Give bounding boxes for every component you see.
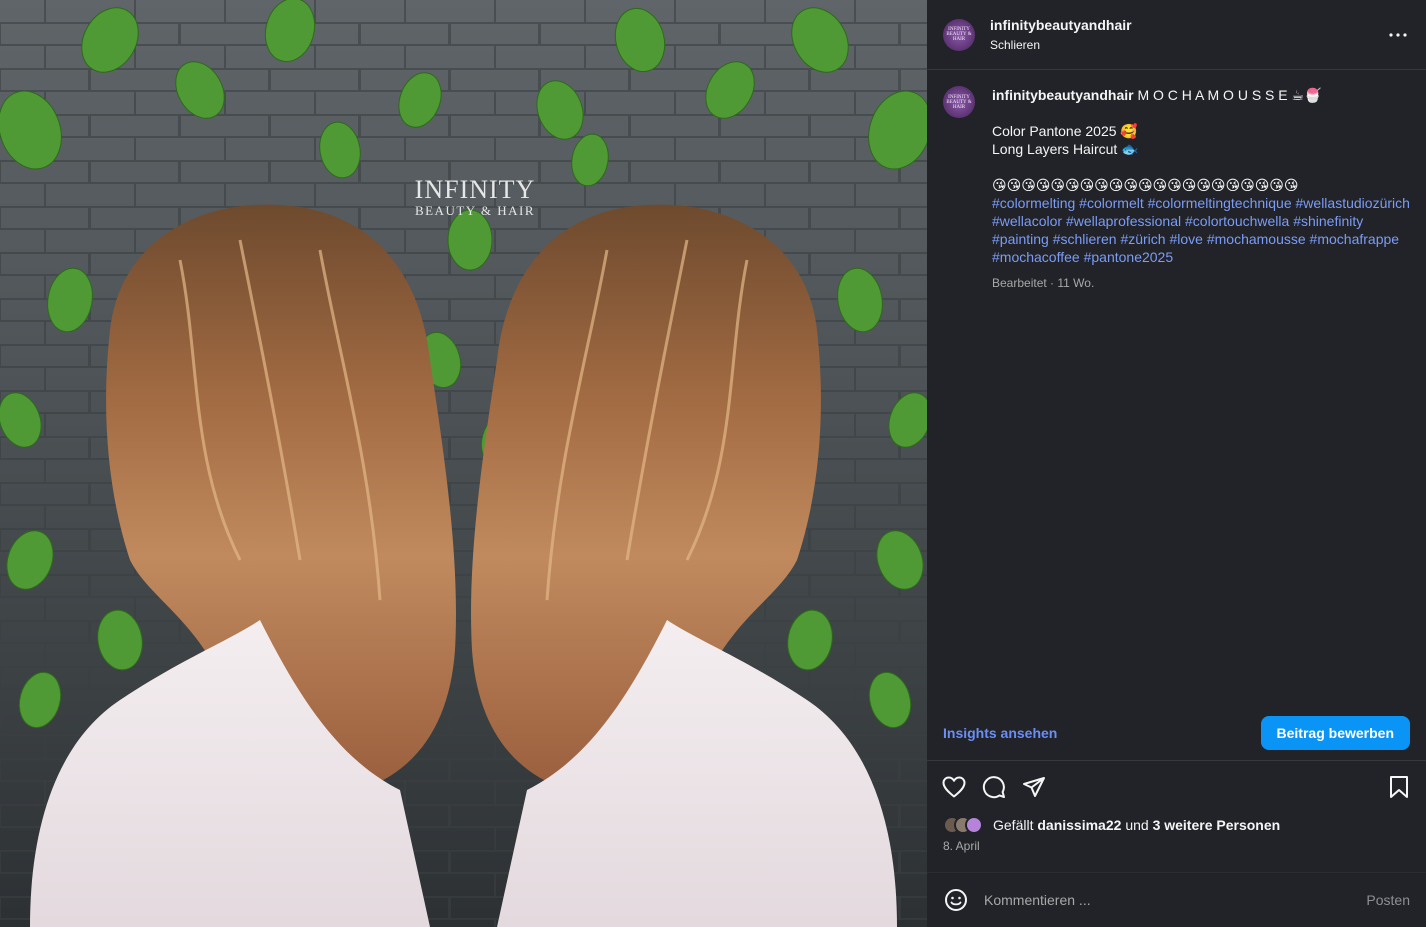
- likes-middle: und: [1125, 817, 1149, 833]
- caption-username[interactable]: infinitybeautyandhair: [992, 87, 1134, 103]
- caption-hashtags: #colormelting #colormelt #colormeltingte…: [992, 194, 1410, 266]
- hashtag[interactable]: #colormeltingtechnique: [1148, 195, 1292, 211]
- hashtag[interactable]: #love: [1169, 231, 1202, 247]
- profile-avatar[interactable]: INFINITY BEAUTY & HAIR: [943, 18, 975, 51]
- save-button[interactable]: [1386, 774, 1412, 800]
- avatar: [965, 816, 983, 834]
- engagement-icons: [927, 761, 1426, 813]
- comment-composer: Posten: [927, 872, 1426, 927]
- comment-input[interactable]: [984, 892, 1367, 908]
- caption-avatar-logo-text: INFINITY BEAUTY & HAIR: [946, 94, 972, 110]
- emoji-button[interactable]: [943, 887, 969, 913]
- caption-meta: Bearbeitet · 11 Wo.: [992, 276, 1095, 290]
- hashtag[interactable]: #mochacoffee: [992, 249, 1080, 265]
- view-insights-link[interactable]: Insights ansehen: [943, 725, 1057, 741]
- hashtag[interactable]: #pantone2025: [1084, 249, 1174, 265]
- hashtag[interactable]: #wellaprofessional: [1066, 213, 1181, 229]
- hashtag[interactable]: #colormelting: [992, 195, 1075, 211]
- header-text: infinitybeautyandhair Schlieren: [990, 17, 1132, 52]
- likes-summary: Gefällt danissima22 und 3 weitere Person…: [927, 813, 1426, 837]
- more-horizontal-icon: [1389, 32, 1407, 37]
- hashtag[interactable]: #wellacolor: [992, 213, 1062, 229]
- post-header: INFINITY BEAUTY & HAIR infinitybeautyand…: [927, 0, 1426, 70]
- hashtag[interactable]: #mochamousse: [1207, 231, 1306, 247]
- likes-text: Gefällt danissima22 und 3 weitere Person…: [993, 817, 1280, 833]
- bookmark-icon: [1390, 776, 1408, 798]
- header-username[interactable]: infinitybeautyandhair: [990, 17, 1132, 33]
- hashtag[interactable]: #painting: [992, 231, 1049, 247]
- hashtag[interactable]: #colormelt: [1079, 195, 1144, 211]
- heart-icon: [942, 776, 966, 798]
- post-dialog: INFINITY BEAUTY & HAIR INFINITY BEAUTY &…: [0, 0, 1426, 927]
- post-date[interactable]: 8. April: [927, 837, 1426, 857]
- liker-avatars[interactable]: [943, 816, 983, 834]
- hashtag[interactable]: #shinefinity: [1293, 213, 1363, 229]
- post-comment-button[interactable]: Posten: [1366, 892, 1410, 908]
- post-image[interactable]: INFINITY BEAUTY & HAIR: [0, 0, 927, 927]
- hashtag[interactable]: #schlieren: [1053, 231, 1117, 247]
- hashtag[interactable]: #colortouchwella: [1185, 213, 1289, 229]
- caption-title-line: infinitybeautyandhair M O C H A M O U S …: [992, 86, 1410, 104]
- liker-username[interactable]: danissima22: [1037, 817, 1121, 833]
- caption-emoji-row: 😘😘😘😘😘😘😘😘😘😘😘😘😘😘😘😘😘😘😘😘😘: [992, 177, 1299, 193]
- post-side-panel: INFINITY BEAUTY & HAIR infinitybeautyand…: [927, 0, 1426, 927]
- hashtag[interactable]: #wellastudiozürich: [1296, 195, 1410, 211]
- hashtag[interactable]: #mochafrappe: [1310, 231, 1400, 247]
- header-location[interactable]: Schlieren: [990, 38, 1132, 52]
- watermark-title: INFINITY: [414, 175, 536, 204]
- owner-actions: Insights ansehen Beitrag bewerben: [927, 706, 1426, 760]
- watermark-subtitle: BEAUTY & HAIR: [414, 203, 536, 218]
- caption-section: INFINITY BEAUTY & HAIR infinitybeautyand…: [927, 70, 1426, 706]
- comment-button[interactable]: [981, 774, 1007, 800]
- caption-title: M O C H A M O U S S E ☕🍧: [1137, 87, 1322, 103]
- caption-line-1: Color Pantone 2025 🥰: [992, 123, 1138, 139]
- more-options-button[interactable]: [1386, 23, 1410, 47]
- like-button[interactable]: [941, 774, 967, 800]
- send-icon: [1023, 777, 1045, 797]
- hashtag[interactable]: #zürich: [1120, 231, 1165, 247]
- hair-photo-illustration: [0, 0, 927, 927]
- caption-body: infinitybeautyandhair M O C H A M O U S …: [992, 86, 1410, 706]
- share-button[interactable]: [1021, 774, 1047, 800]
- salon-watermark: INFINITY BEAUTY & HAIR: [405, 176, 545, 218]
- caption-line-2: Long Layers Haircut 🐟: [992, 141, 1139, 157]
- promote-post-button[interactable]: Beitrag bewerben: [1260, 716, 1410, 750]
- avatar-logo-text: INFINITY BEAUTY & HAIR: [946, 27, 972, 42]
- caption-avatar[interactable]: INFINITY BEAUTY & HAIR: [943, 86, 975, 118]
- likes-others-link[interactable]: 3 weitere Personen: [1153, 817, 1281, 833]
- likes-prefix: Gefällt: [993, 817, 1034, 833]
- comment-icon: [982, 776, 1005, 799]
- emoji-icon: [945, 889, 967, 911]
